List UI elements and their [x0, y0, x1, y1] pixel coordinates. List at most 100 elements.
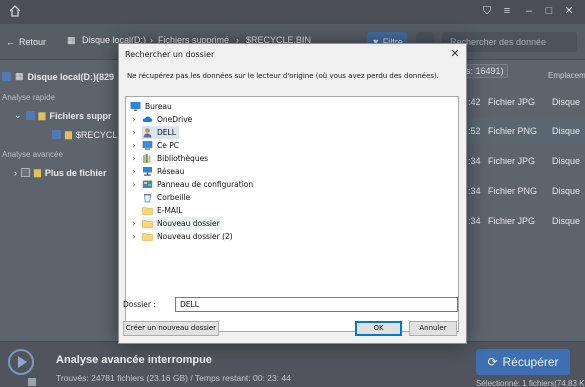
row-time: :34 — [468, 156, 481, 166]
tree-item-ce-pc[interactable]: Ce PC — [142, 139, 179, 152]
folder-label: Dossier : — [123, 300, 156, 309]
drive-checkbox[interactable] — [2, 72, 11, 81]
row-location: Disque — [552, 126, 581, 136]
more-files-item[interactable]: › ▆ Plus de fichier — [14, 167, 106, 178]
table-row[interactable]: :34 Fichier JPG Disque — [458, 208, 585, 234]
chevron-right-icon[interactable]: › — [130, 129, 138, 137]
recover-icon: ⟳ — [487, 355, 498, 369]
deleted-files-item[interactable]: ⌄ ▆ Fichiers suppr — [14, 110, 111, 121]
desktop-icon — [130, 102, 141, 111]
chevron-down-icon[interactable]: ⌄ — [14, 110, 22, 121]
tree-item-label: Ce PC — [157, 141, 179, 150]
resume-scan-icon[interactable] — [8, 349, 34, 375]
left-pane: ▦ Disque local(D:)(829 Analyse rapide ⌄ … — [0, 61, 123, 341]
stop-icon[interactable] — [28, 378, 36, 386]
maximize-icon[interactable]: □ — [542, 4, 556, 18]
row-time: :42 — [468, 97, 481, 107]
menu-icon[interactable]: ≡ — [500, 4, 514, 18]
tree-item-label: Réseau — [157, 167, 185, 176]
deleted-files-label: Fichiers suppr — [49, 110, 112, 121]
table-row[interactable]: :34 Fichier JPG Disque — [458, 148, 585, 174]
quick-scan-heading: Analyse rapide — [2, 93, 55, 102]
selection-info: Sélectionné: 1 fichiers(74.83 KB) — [476, 379, 585, 387]
close-icon[interactable]: ✕ — [562, 4, 576, 18]
chevron-right-icon[interactable]: › — [130, 116, 138, 124]
tree-item-corbeille[interactable]: Corbeille — [142, 191, 190, 204]
row-type: Fichier JPG — [488, 156, 536, 166]
chevron-right-icon[interactable]: › — [130, 181, 138, 189]
tree-item-bibliotheques[interactable]: Bibliothèques — [142, 152, 208, 165]
table-row[interactable]: :42 Fichier JPG Disque — [458, 89, 585, 115]
dialog-title: Rechercher un dossier — [125, 50, 215, 59]
tree-item-label: E-MAIL — [157, 206, 183, 215]
tree-item-label: Bureau — [145, 102, 172, 111]
tree-item-label: DELL — [157, 128, 176, 137]
tree-item-bureau[interactable]: Bureau — [130, 100, 172, 113]
cancel-button[interactable]: Annuler — [409, 321, 457, 336]
close-icon[interactable]: ✕ — [448, 47, 462, 61]
more-files-checkbox[interactable] — [21, 168, 30, 177]
drive-label: Disque local(D:)(829 — [27, 71, 115, 82]
recycle-checkbox[interactable] — [52, 130, 61, 139]
deleted-files-checkbox[interactable] — [25, 111, 35, 120]
chevron-right-icon[interactable]: › — [130, 168, 138, 176]
drive-tree-item[interactable]: ▦ Disque local(D:)(829 — [2, 71, 114, 82]
tree-item-nouveau-dossier[interactable]: Nouveau dossier — [142, 217, 223, 230]
ok-button[interactable]: OK — [355, 321, 402, 336]
row-location: Disque — [552, 216, 581, 226]
row-location: Disque — [552, 186, 581, 196]
library-icon — [143, 154, 151, 163]
more-files-label: Plus de fichier — [44, 167, 107, 178]
recycle-item[interactable]: ▆ $RECYCLE — [52, 129, 123, 140]
scan-status-info: Trouvés: 24781 fichiers (23.16 GB) / Tem… — [56, 373, 291, 383]
scan-status-title: Analyse avancée interrompue — [56, 354, 212, 366]
folder-icon: ▆ — [65, 129, 72, 139]
row-type: Fichier JPG — [488, 97, 536, 107]
tree-item-dell[interactable]: DELL — [142, 126, 179, 139]
tree-item-reseau[interactable]: Réseau — [142, 165, 184, 178]
tree-item-panneau-configuration[interactable]: Panneau de configuration — [142, 178, 253, 191]
back-button[interactable]: ← Retour — [6, 35, 46, 49]
table-row[interactable]: :34 Fichier PNG Disque — [458, 178, 585, 204]
recycle-bin-icon — [144, 194, 151, 203]
row-location: Disque — [552, 156, 581, 166]
row-type: Fichier JPG — [488, 216, 536, 226]
status-bar: Analyse avancée interrompue Trouvés: 247… — [0, 341, 585, 387]
tree-item-label: Nouveau dossier (2) — [157, 232, 233, 241]
home-icon[interactable] — [8, 4, 22, 18]
row-type: Fichier PNG — [488, 186, 538, 196]
computer-icon — [142, 141, 153, 150]
drive-icon: ▦ — [15, 71, 24, 81]
row-type: Fichier PNG — [488, 126, 538, 136]
title-bar: ⛉ ≡ – □ ✕ — [0, 0, 585, 24]
tree-item-label: Nouveau dossier — [157, 219, 220, 228]
tree-item-nouveau-dossier-2[interactable]: Nouveau dossier (2) — [142, 230, 233, 243]
minimize-icon[interactable]: – — [522, 4, 536, 18]
recycle-label: $RECYCLE — [75, 129, 124, 140]
network-icon — [143, 167, 152, 176]
chevron-right-icon[interactable]: › — [130, 220, 138, 228]
table-row[interactable]: :52 Fichier PNG Disque — [458, 118, 585, 144]
chevron-right-icon[interactable]: › — [14, 168, 17, 178]
shirt-icon[interactable]: ⛉ — [480, 4, 494, 18]
row-time: :34 — [468, 216, 481, 226]
chevron-right-icon[interactable]: › — [130, 233, 138, 241]
tree-item-label: Bibliothèques — [157, 154, 209, 163]
folder-input[interactable]: DELL — [175, 297, 458, 312]
chevron-right-icon[interactable]: › — [130, 142, 138, 150]
browse-folder-dialog: Rechercher un dossier ✕ Ne récupérez pas… — [118, 43, 467, 344]
row-time: :34 — [468, 186, 481, 196]
tree-item-label: Corbeille — [157, 193, 191, 202]
new-folder-button[interactable]: Créer un nouveau dossier — [123, 321, 219, 336]
control-panel-icon — [142, 180, 153, 188]
folder-icon — [142, 233, 153, 241]
chevron-right-icon[interactable]: › — [130, 155, 138, 163]
cloud-icon — [142, 116, 153, 122]
row-location: Disque — [552, 97, 581, 107]
row-time: :52 — [468, 126, 481, 136]
recover-button[interactable]: ⟳ Récupérer — [476, 349, 570, 375]
tree-item-onedrive[interactable]: OneDrive — [142, 113, 192, 126]
file-list: :42 Fichier JPG Disque :52 Fichier PNG D… — [458, 61, 585, 341]
tree-item-email[interactable]: E-MAIL — [142, 204, 182, 217]
folder-icon: ▆ — [34, 167, 41, 177]
